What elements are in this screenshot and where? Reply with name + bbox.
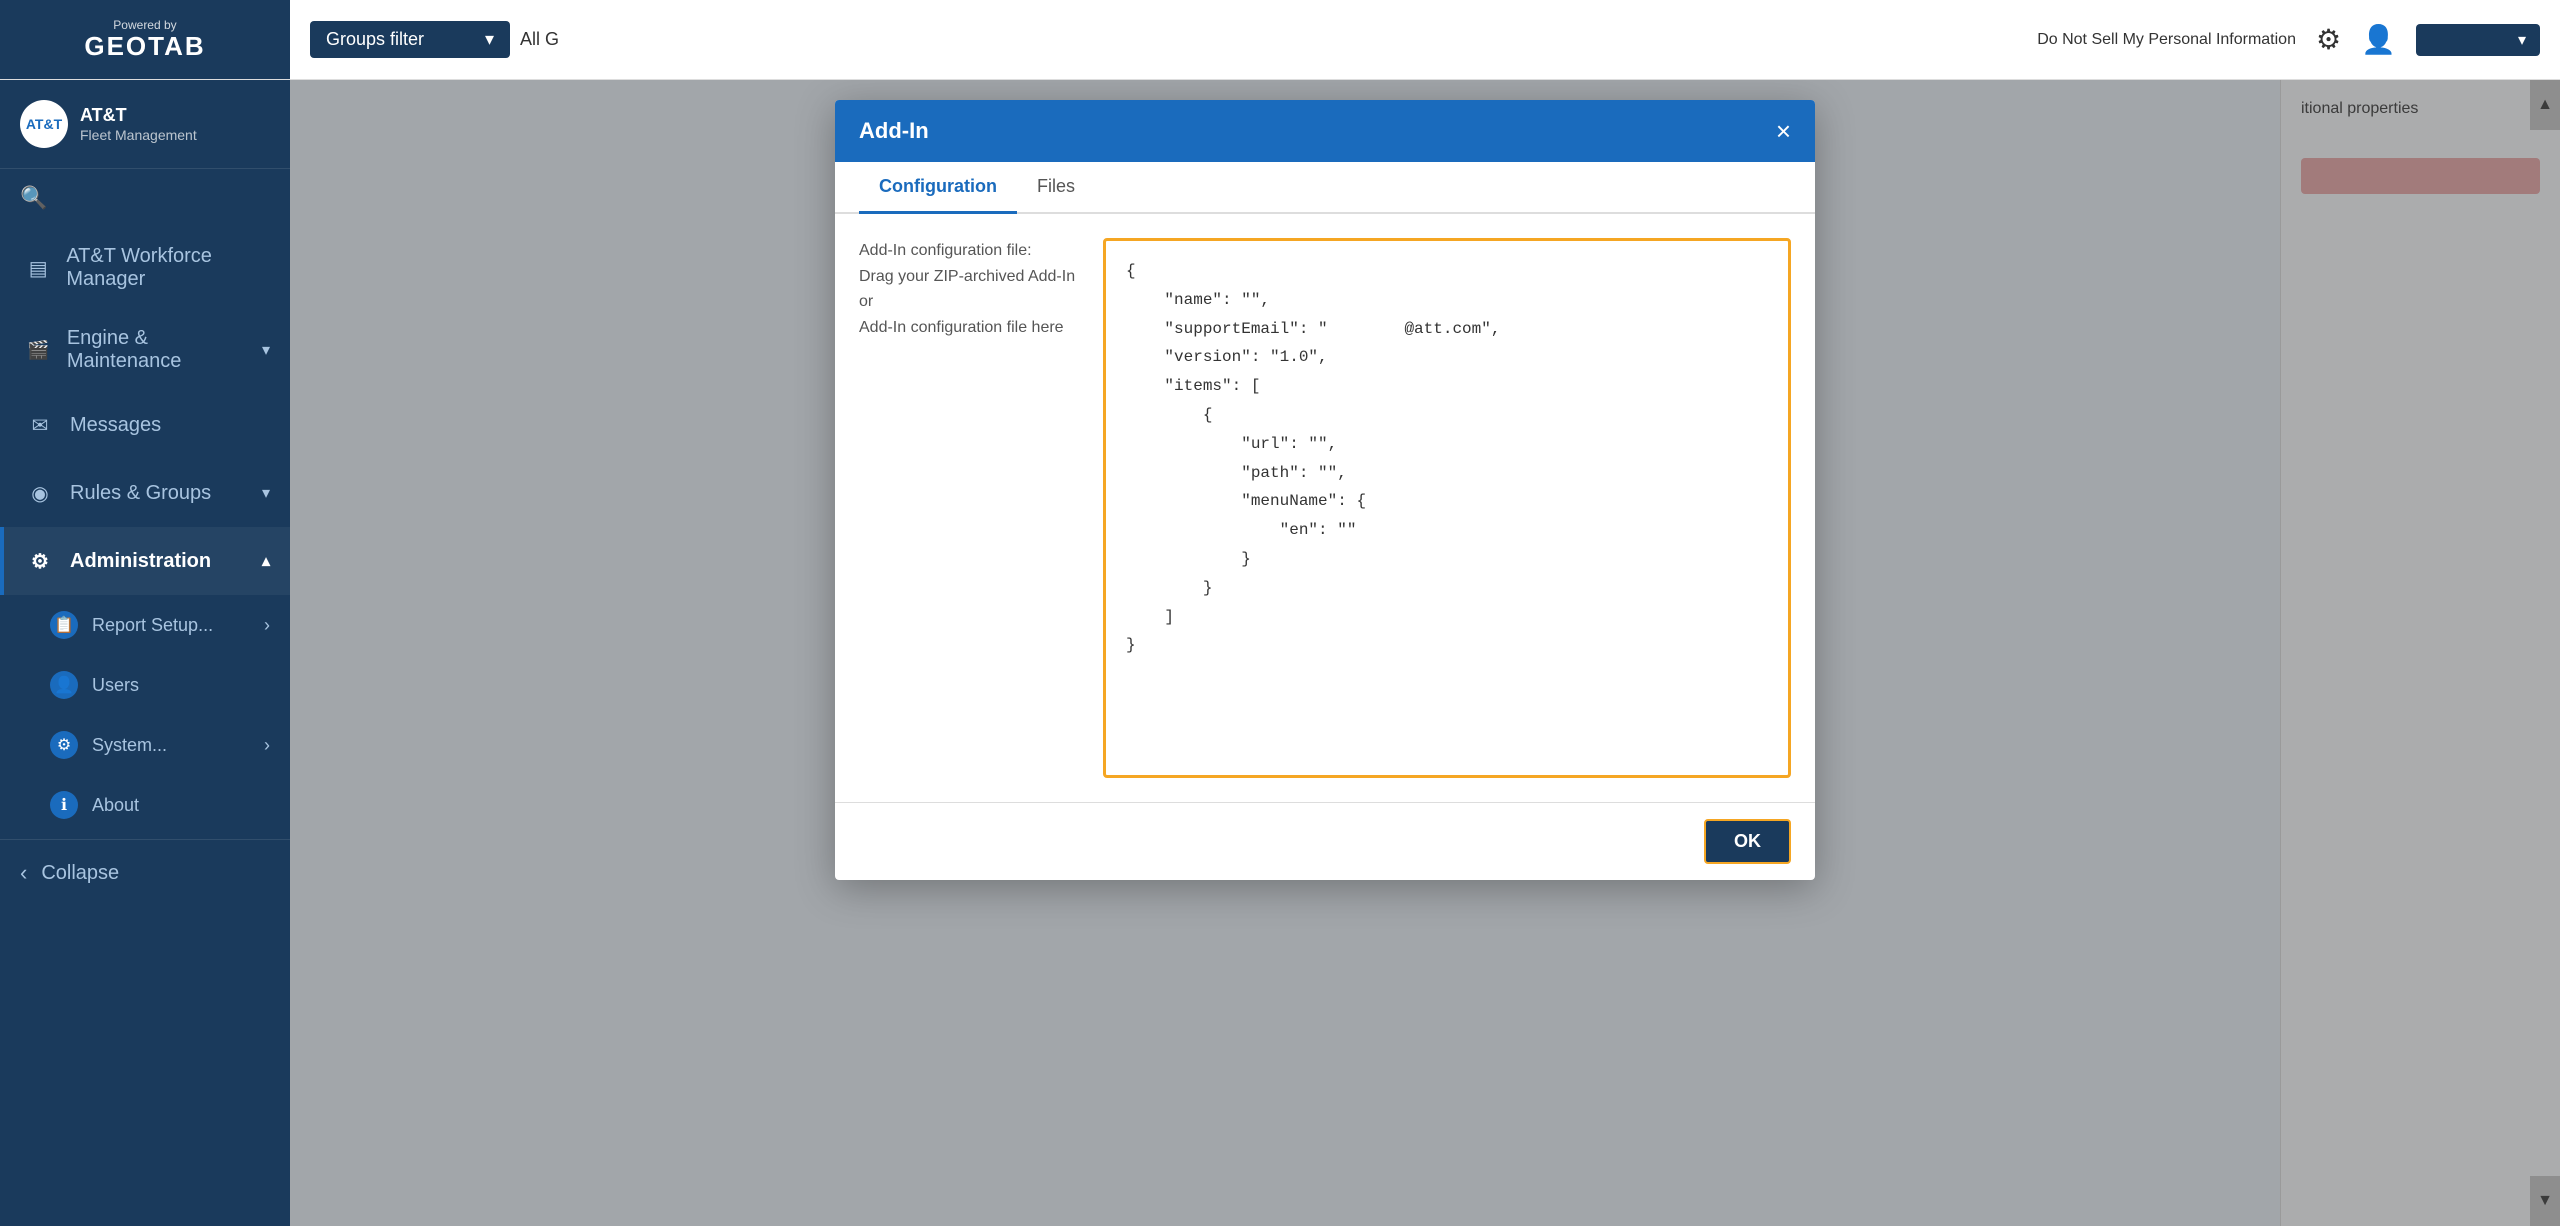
sidebar-item-messages[interactable]: ✉ Messages: [0, 391, 290, 459]
rules-groups-chevron-icon: ▾: [262, 483, 270, 503]
sidebar-sub-item-users[interactable]: 👤 Users: [0, 655, 290, 715]
sidebar-search[interactable]: 🔍: [0, 169, 290, 227]
sidebar-item-administration[interactable]: ⚙ Administration ▴: [0, 527, 290, 595]
system-chevron-icon: ›: [264, 735, 270, 756]
administration-icon: ⚙: [24, 545, 56, 577]
json-line: }: [1126, 574, 1768, 603]
brand-info: AT&T Fleet Management: [80, 105, 197, 143]
engine-maintenance-chevron-icon: ▾: [262, 340, 270, 360]
att-workforce-icon: ▤: [24, 252, 52, 284]
json-line: "menuName": {: [1126, 487, 1768, 516]
brand-name: AT&T: [80, 105, 197, 127]
json-line: "path": "",: [1126, 459, 1768, 488]
sidebar-item-label: Rules & Groups: [70, 482, 211, 505]
modal-footer: OK: [835, 802, 1815, 880]
sidebar-divider: [0, 839, 290, 840]
json-line: }: [1126, 545, 1768, 574]
add-in-modal: Add-In × Configuration Files Add-In conf…: [835, 100, 1815, 880]
geotab-logo: Powered by GEOTAB: [84, 19, 205, 61]
sidebar-sub-item-label: About: [92, 795, 139, 816]
groups-filter-area: Groups filter ▾ All G: [290, 21, 579, 58]
brand-sub: Fleet Management: [80, 127, 197, 143]
tab-files[interactable]: Files: [1017, 162, 1095, 214]
top-bar: Powered by GEOTAB Groups filter ▾ All G …: [0, 0, 2560, 80]
instruction-line1: Add-In configuration file:: [859, 242, 1032, 259]
json-line: ]: [1126, 603, 1768, 632]
sidebar-sub-item-about[interactable]: ℹ About: [0, 775, 290, 835]
json-line: "version": "1.0",: [1126, 343, 1768, 372]
json-line: {: [1126, 257, 1768, 286]
json-line: "supportEmail": " @att.com",: [1126, 315, 1768, 344]
json-line: "url": "",: [1126, 430, 1768, 459]
groups-filter-chevron-icon: ▾: [485, 29, 494, 50]
gear-icon[interactable]: ⚙: [2316, 23, 2341, 56]
system-icon: ⚙: [50, 731, 78, 759]
sidebar-sub-item-label: System...: [92, 735, 167, 756]
modal-header: Add-In ×: [835, 100, 1815, 162]
groups-filter-select[interactable]: Groups filter ▾: [310, 21, 510, 58]
instruction-line3: Add-In configuration file here: [859, 319, 1064, 336]
search-icon: 🔍: [20, 185, 47, 211]
brand-logo-icon: AT&T: [20, 100, 68, 148]
modal-body: Add-In configuration file: Drag your ZIP…: [835, 214, 1815, 802]
sidebar-sub-item-system[interactable]: ⚙ System... ›: [0, 715, 290, 775]
rules-groups-icon: ◉: [24, 477, 56, 509]
groups-filter-label: Groups filter: [326, 29, 424, 50]
sidebar-item-label: AT&T Workforce Manager: [66, 245, 270, 291]
sidebar: AT&T AT&T Fleet Management 🔍 ▤ AT&T Work…: [0, 80, 290, 1226]
sidebar-sub-item-label: Users: [92, 675, 139, 696]
user-menu-chevron-icon: ▾: [2518, 30, 2526, 50]
json-line: "items": [: [1126, 372, 1768, 401]
report-setup-icon: 📋: [50, 611, 78, 639]
json-editor[interactable]: { "name": "", "supportEmail": " @att.com…: [1103, 238, 1791, 778]
about-icon: ℹ: [50, 791, 78, 819]
powered-by-text: Powered by: [113, 19, 176, 32]
modal-title: Add-In: [859, 118, 1776, 144]
do-not-sell-text[interactable]: Do Not Sell My Personal Information: [2037, 31, 2296, 49]
sidebar-item-rules-groups[interactable]: ◉ Rules & Groups ▾: [0, 459, 290, 527]
instruction-line2: Drag your ZIP-archived Add-In or: [859, 268, 1075, 311]
user-menu-label: [2430, 31, 2510, 49]
users-icon: 👤: [50, 671, 78, 699]
att-icon-text: AT&T: [26, 116, 62, 132]
sidebar-sub-item-label: Report Setup...: [92, 615, 213, 636]
sidebar-item-engine-maintenance[interactable]: 🎬 Engine & Maintenance ▾: [0, 309, 290, 391]
json-line: "en": "": [1126, 516, 1768, 545]
user-icon[interactable]: 👤: [2361, 23, 2396, 56]
sidebar-item-label: Engine & Maintenance: [67, 327, 248, 373]
messages-icon: ✉: [24, 409, 56, 441]
geotab-brand-text: GEOTAB: [84, 32, 205, 61]
json-line: }: [1126, 631, 1768, 660]
sidebar-item-label: Messages: [70, 414, 161, 437]
engine-maintenance-icon: 🎬: [24, 334, 53, 366]
top-bar-right: Do Not Sell My Personal Information ⚙ 👤 …: [2037, 23, 2560, 56]
tab-configuration[interactable]: Configuration: [859, 162, 1017, 214]
modal-close-button[interactable]: ×: [1776, 118, 1791, 144]
ok-button[interactable]: OK: [1704, 819, 1791, 864]
modal-left-panel: Add-In configuration file: Drag your ZIP…: [859, 238, 1079, 778]
report-setup-chevron-icon: ›: [264, 615, 270, 636]
user-menu-button[interactable]: ▾: [2416, 24, 2540, 56]
administration-chevron-icon: ▴: [262, 551, 270, 571]
all-groups-text: All G: [520, 29, 559, 50]
sidebar-item-att-workforce[interactable]: ▤ AT&T Workforce Manager: [0, 227, 290, 309]
modal-instruction-text: Add-In configuration file: Drag your ZIP…: [859, 238, 1079, 340]
sidebar-brand-top: Powered by GEOTAB: [0, 0, 290, 79]
modal-tabs: Configuration Files: [835, 162, 1815, 214]
main-content: itional properties ▲ ▼ Add-In × Configur…: [290, 80, 2560, 1226]
sidebar-brand: AT&T AT&T Fleet Management: [0, 80, 290, 169]
json-line: "name": "",: [1126, 286, 1768, 315]
sidebar-item-label: Administration: [70, 550, 211, 573]
sidebar-sub-item-report-setup[interactable]: 📋 Report Setup... ›: [0, 595, 290, 655]
json-line: {: [1126, 401, 1768, 430]
sidebar-collapse-button[interactable]: ‹ Collapse: [0, 844, 290, 902]
collapse-label: Collapse: [41, 862, 119, 885]
collapse-arrow-icon: ‹: [20, 860, 27, 886]
